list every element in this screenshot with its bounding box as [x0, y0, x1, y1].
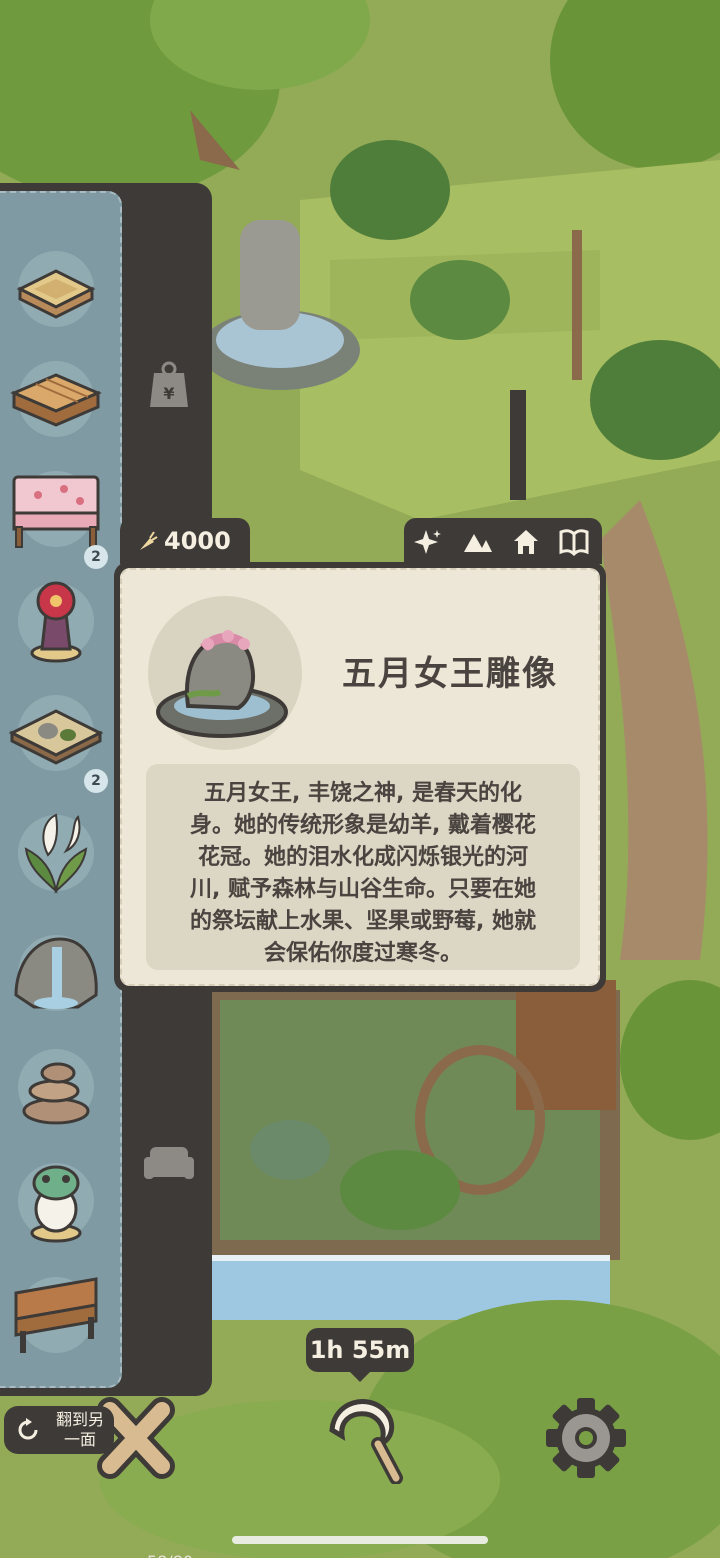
description-line: 五月女王, 丰饶之神, 是春天的化 — [203, 781, 523, 806]
inventory-capacity: 58/80 — [128, 1548, 212, 1558]
inventory-item-calla-lily[interactable] — [8, 805, 104, 901]
item-name: 五月女王雕像 — [342, 654, 558, 694]
inventory-item-sandbox[interactable] — [8, 241, 104, 337]
item-count-badge: 2 — [84, 545, 108, 569]
mountain-icon[interactable] — [462, 526, 494, 558]
inventory-item-frog-figurine[interactable] — [8, 1153, 104, 1249]
description-line: 身。她的传统形象是幼羊, 戴着樱花 — [189, 813, 537, 838]
harvest-button[interactable] — [312, 1384, 408, 1488]
inventory-item-stone-waterfall[interactable] — [8, 925, 104, 1021]
wooden-bench-icon — [14, 1277, 98, 1353]
item-description-box: 五月女王, 丰饶之神, 是春天的化 身。她的传统形象是幼羊, 戴着樱花 花冠。她… — [146, 764, 580, 970]
inventory-item-stacked-stones[interactable] — [8, 1039, 104, 1135]
popup-tab-bar — [404, 518, 602, 564]
gear-icon — [546, 1398, 626, 1478]
may-queen-statue-icon — [156, 630, 288, 738]
pink-floral-bench-icon — [12, 475, 100, 548]
description-line: 川, 赋予森林与山谷生命。只要在她 — [189, 877, 537, 902]
description-line: 会保佑你度过寒冬。 — [263, 941, 462, 966]
flip-label: 翻到另一面 — [55, 1410, 104, 1449]
description-line: 花冠。她的泪水化成闪烁银光的河 — [197, 845, 528, 870]
inventory-list[interactable]: 2 2 — [0, 191, 122, 1388]
tab-price-tag[interactable]: ¥ — [138, 355, 200, 417]
inventory-item-wooden-bench[interactable] — [8, 1267, 104, 1363]
description-line: 的祭坛献上水果、坚果或野莓, 她就 — [189, 909, 537, 934]
inventory-item-rock-garden[interactable]: 2 — [8, 685, 108, 793]
timer-bubble: 1h 55m — [306, 1328, 414, 1372]
sickle-icon — [329, 1399, 403, 1485]
stacked-stones-icon — [22, 1062, 90, 1125]
item-count-badge: 2 — [84, 769, 108, 793]
item-portrait — [148, 596, 302, 750]
price-tag-icon: ¥ — [150, 361, 188, 407]
house-icon[interactable] — [510, 526, 542, 558]
frog-figurine-icon — [30, 1165, 82, 1243]
svg-text:¥: ¥ — [163, 384, 174, 403]
flip-button[interactable]: 翻到另一面 — [4, 1406, 114, 1454]
home-indicator — [232, 1536, 488, 1544]
red-flower-figurine-icon — [30, 581, 82, 663]
stone-waterfall-icon — [14, 937, 98, 1009]
rotate-icon — [18, 1418, 38, 1440]
book-icon[interactable] — [558, 526, 590, 558]
tab-furniture[interactable] — [138, 1131, 200, 1193]
item-info-card: 五月女王雕像 五月女王, 丰饶之神, 是春天的化 身。她的传统形象是幼羊, 戴着… — [114, 562, 606, 992]
item-description: 五月女王, 丰饶之神, 是春天的化 身。她的传统形象是幼羊, 戴着樱花 花冠。她… — [162, 778, 564, 970]
sparkle-icon[interactable] — [412, 526, 444, 558]
white-calla-lily-icon — [24, 813, 88, 894]
wooden-platform-icon — [10, 373, 102, 427]
rock-garden-tile-icon — [8, 709, 104, 765]
inventory-item-flower-figurine[interactable] — [8, 573, 104, 669]
settings-button[interactable] — [542, 1394, 630, 1486]
sandbox-square-icon — [16, 269, 96, 319]
armchair-icon — [144, 1147, 194, 1179]
inventory-item-platform[interactable] — [8, 351, 104, 447]
item-price: 4000 — [164, 527, 231, 555]
price-tab: 4000 — [120, 518, 250, 564]
carrot-coin-icon — [140, 531, 158, 550]
inventory-item-floral-bench[interactable]: 2 — [8, 461, 108, 569]
